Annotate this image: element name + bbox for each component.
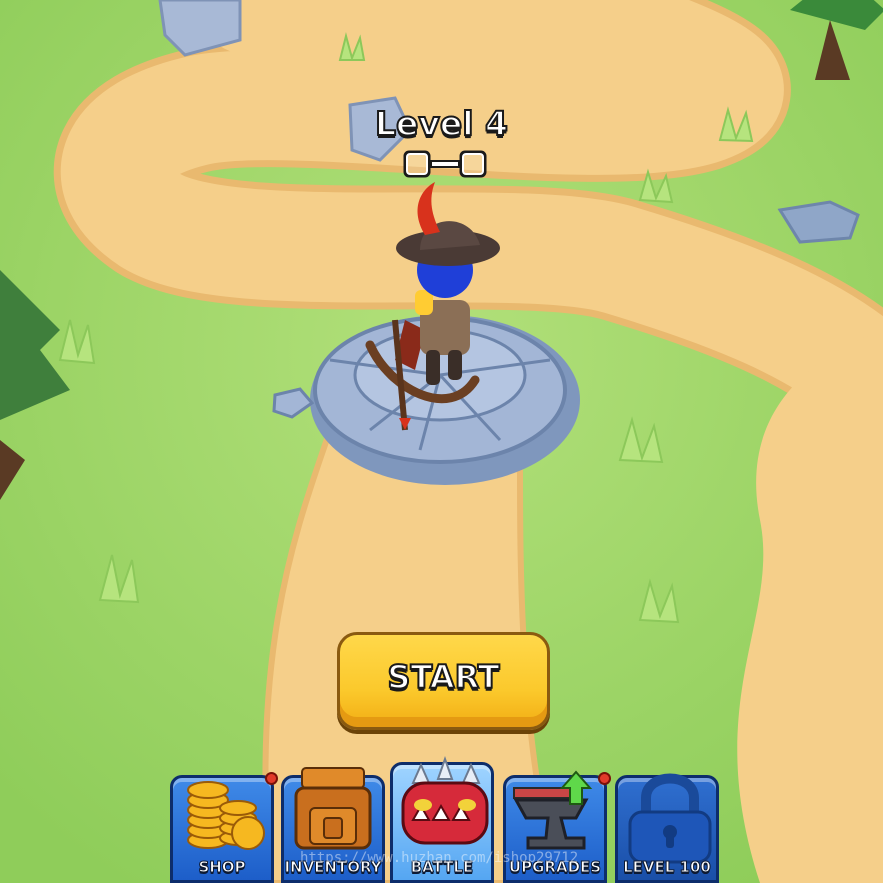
shop-notification-badge	[265, 772, 278, 785]
level-progress-bar	[403, 150, 487, 178]
coins-icon	[187, 781, 265, 850]
anvil-upgrade-icon	[513, 770, 593, 850]
lock-icon	[628, 773, 712, 864]
backpack-icon	[294, 767, 372, 850]
tab-level-100-locked[interactable]: LEVEL 100	[615, 773, 719, 883]
tab-inventory-label: INVENTORY	[284, 858, 382, 877]
tab-upgrades[interactable]: UPGRADES	[503, 770, 611, 883]
level-title: Level 4	[374, 103, 509, 144]
tab-battle-label: BATTLE	[410, 858, 474, 877]
progress-segment-1	[403, 150, 431, 178]
tab-upgrades-label: UPGRADES	[508, 858, 602, 877]
tab-level-100-label: LEVEL 100	[623, 858, 712, 877]
tab-battle[interactable]: BATTLE	[390, 755, 494, 883]
tab-shop-label: SHOP	[198, 858, 246, 877]
start-button-label: START	[386, 657, 500, 697]
tab-inventory[interactable]: INVENTORY	[281, 767, 385, 883]
monster-icon	[401, 755, 489, 845]
start-button[interactable]: START	[337, 632, 550, 730]
progress-connector	[430, 160, 460, 168]
tab-shop[interactable]: SHOP	[170, 772, 278, 883]
progress-segment-2	[459, 150, 487, 178]
upgrades-notification-badge	[598, 772, 611, 785]
